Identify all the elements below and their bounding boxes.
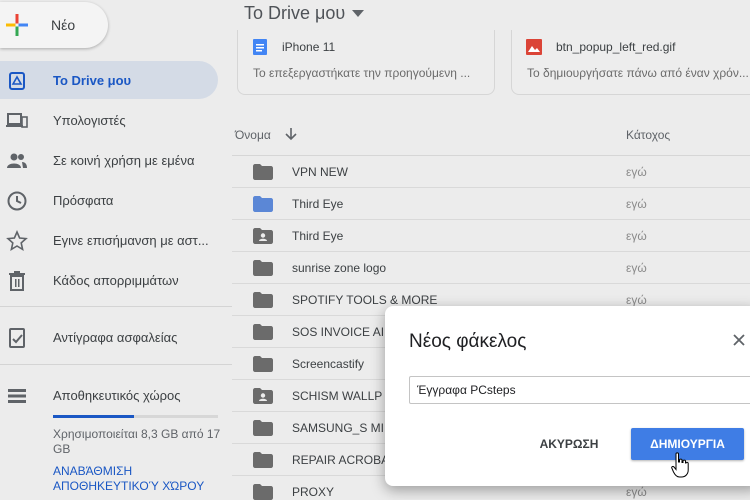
trash-icon: [9, 271, 25, 291]
sidebar-item-label: Υπολογιστές: [53, 113, 126, 128]
column-header-name[interactable]: Όνομα: [235, 128, 271, 142]
hand-pointer-cursor-icon: [671, 452, 689, 478]
folder-icon: [253, 292, 273, 308]
plus-icon: [6, 14, 28, 36]
storage-used-text: Χρησιμοποιείται 8,3 GB από 17 GB: [53, 427, 221, 456]
new-button[interactable]: Νέο: [0, 2, 108, 48]
file-owner: εγώ: [626, 293, 647, 307]
file-owner: εγώ: [626, 485, 647, 499]
new-folder-dialog: Νέος φάκελος ΑΚΥΡΩΣΗ ΔΗΜΙΟΥΡΓΙΑ: [385, 306, 750, 486]
my-drive-icon: [9, 72, 25, 90]
sort-arrow-down-icon[interactable]: [284, 127, 298, 141]
sidebar-divider: [0, 364, 232, 365]
file-owner: εγώ: [626, 229, 647, 243]
file-name: SOS INVOICE AI: [292, 325, 385, 339]
google-docs-icon: [253, 39, 267, 55]
star-icon: [6, 230, 28, 252]
sidebar-item-starred[interactable]: Εγινε επισήμανση με αστ...: [0, 221, 218, 259]
recent-clock-icon: [7, 191, 27, 211]
sidebar-item-trash[interactable]: Κάδος απορριμμάτων: [0, 261, 218, 299]
shared-folder-icon: [253, 388, 273, 404]
sidebar: Νέο Το Drive μου Υπολογιστές Σε κοινή χρ…: [0, 0, 232, 500]
file-name: Third Eye: [292, 197, 344, 211]
upgrade-storage-link[interactable]: Αναβάθμιση αποθηκευτικού χώρου: [53, 464, 223, 494]
folder-icon: [253, 164, 273, 180]
cancel-button[interactable]: ΑΚΥΡΩΣΗ: [529, 428, 609, 460]
backups-icon: [9, 328, 25, 348]
folder-icon: [253, 420, 273, 436]
file-name: PROXY: [292, 485, 335, 499]
sidebar-item-label: Εγινε επισήμανση με αστ...: [53, 233, 209, 248]
shared-folder-icon: [253, 228, 273, 244]
file-owner: εγώ: [626, 197, 647, 211]
file-name: VPN NEW: [292, 165, 349, 179]
blue-folder-icon: [253, 196, 273, 212]
folder-icon: [253, 452, 273, 468]
sidebar-item-label: Κάδος απορριμμάτων: [53, 273, 179, 288]
quick-access-name: iPhone 11: [282, 40, 336, 54]
page-title[interactable]: Το Drive μου: [244, 3, 345, 24]
file-name: SAMSUNG_S MI: [292, 421, 385, 435]
quick-access-description: Το δημιουργήσατε πάνω από έναν χρόν...: [527, 66, 749, 80]
sidebar-item-recent[interactable]: Πρόσφατα: [0, 181, 218, 219]
chevron-down-icon[interactable]: [352, 10, 364, 17]
new-button-label: Νέο: [51, 17, 76, 33]
sidebar-item-computers[interactable]: Υπολογιστές: [0, 101, 218, 139]
sidebar-divider: [0, 306, 232, 307]
table-row[interactable]: sunrise zone logo εγώ: [232, 252, 750, 284]
sidebar-item-label: Αποθηκευτικός χώρος: [53, 388, 181, 403]
quick-access-description: Το επεξεργαστήκατε την προηγούμενη ...: [253, 66, 471, 80]
file-name: Third Eye: [292, 229, 344, 243]
table-row[interactable]: Third Eye εγώ: [232, 188, 750, 220]
quick-access-name: btn_popup_left_red.gif: [556, 40, 676, 54]
sidebar-item-label: Το Drive μου: [53, 73, 132, 88]
file-name: SPOTIFY TOOLS & MORE: [292, 293, 438, 307]
image-file-icon: [526, 39, 542, 55]
column-header-owner[interactable]: Κάτοχος: [626, 128, 670, 142]
folder-icon: [253, 324, 273, 340]
file-owner: εγώ: [626, 165, 647, 179]
computers-icon: [6, 113, 28, 128]
folder-icon: [253, 260, 273, 276]
folder-icon: [253, 484, 273, 500]
sidebar-item-storage[interactable]: Αποθηκευτικός χώρος: [0, 376, 218, 414]
folder-icon: [253, 356, 273, 372]
file-name: REPAIR ACROBA: [292, 453, 390, 467]
table-row[interactable]: Third Eye εγώ: [232, 220, 750, 252]
close-icon[interactable]: [733, 334, 745, 346]
quick-access-card[interactable]: btn_popup_left_red.gif Το δημιουργήσατε …: [511, 30, 750, 95]
storage-usage-bar: [53, 415, 218, 418]
sidebar-item-my-drive[interactable]: Το Drive μου: [0, 61, 218, 99]
folder-name-input[interactable]: [409, 376, 750, 404]
shared-with-me-icon: [7, 153, 27, 168]
storage-icon: [8, 389, 26, 403]
sidebar-item-label: Πρόσφατα: [53, 193, 114, 208]
sidebar-item-label: Σε κοινή χρήση με εμένα: [53, 153, 195, 168]
sidebar-item-backups[interactable]: Αντίγραφα ασφαλείας: [0, 318, 218, 356]
file-name: SCHISM WALLP: [292, 389, 383, 403]
dialog-title: Νέος φάκελος: [409, 331, 527, 352]
quick-access-card[interactable]: iPhone 11 Το επεξεργαστήκατε την προηγού…: [237, 30, 495, 95]
storage-usage-fill: [53, 415, 134, 418]
table-row[interactable]: VPN NEW εγώ: [232, 156, 750, 188]
sidebar-item-shared-with-me[interactable]: Σε κοινή χρήση με εμένα: [0, 141, 218, 179]
file-name: Screencastify: [292, 357, 365, 371]
file-owner: εγώ: [626, 261, 647, 275]
file-name: sunrise zone logo: [292, 261, 387, 275]
sidebar-item-label: Αντίγραφα ασφαλείας: [53, 330, 178, 345]
